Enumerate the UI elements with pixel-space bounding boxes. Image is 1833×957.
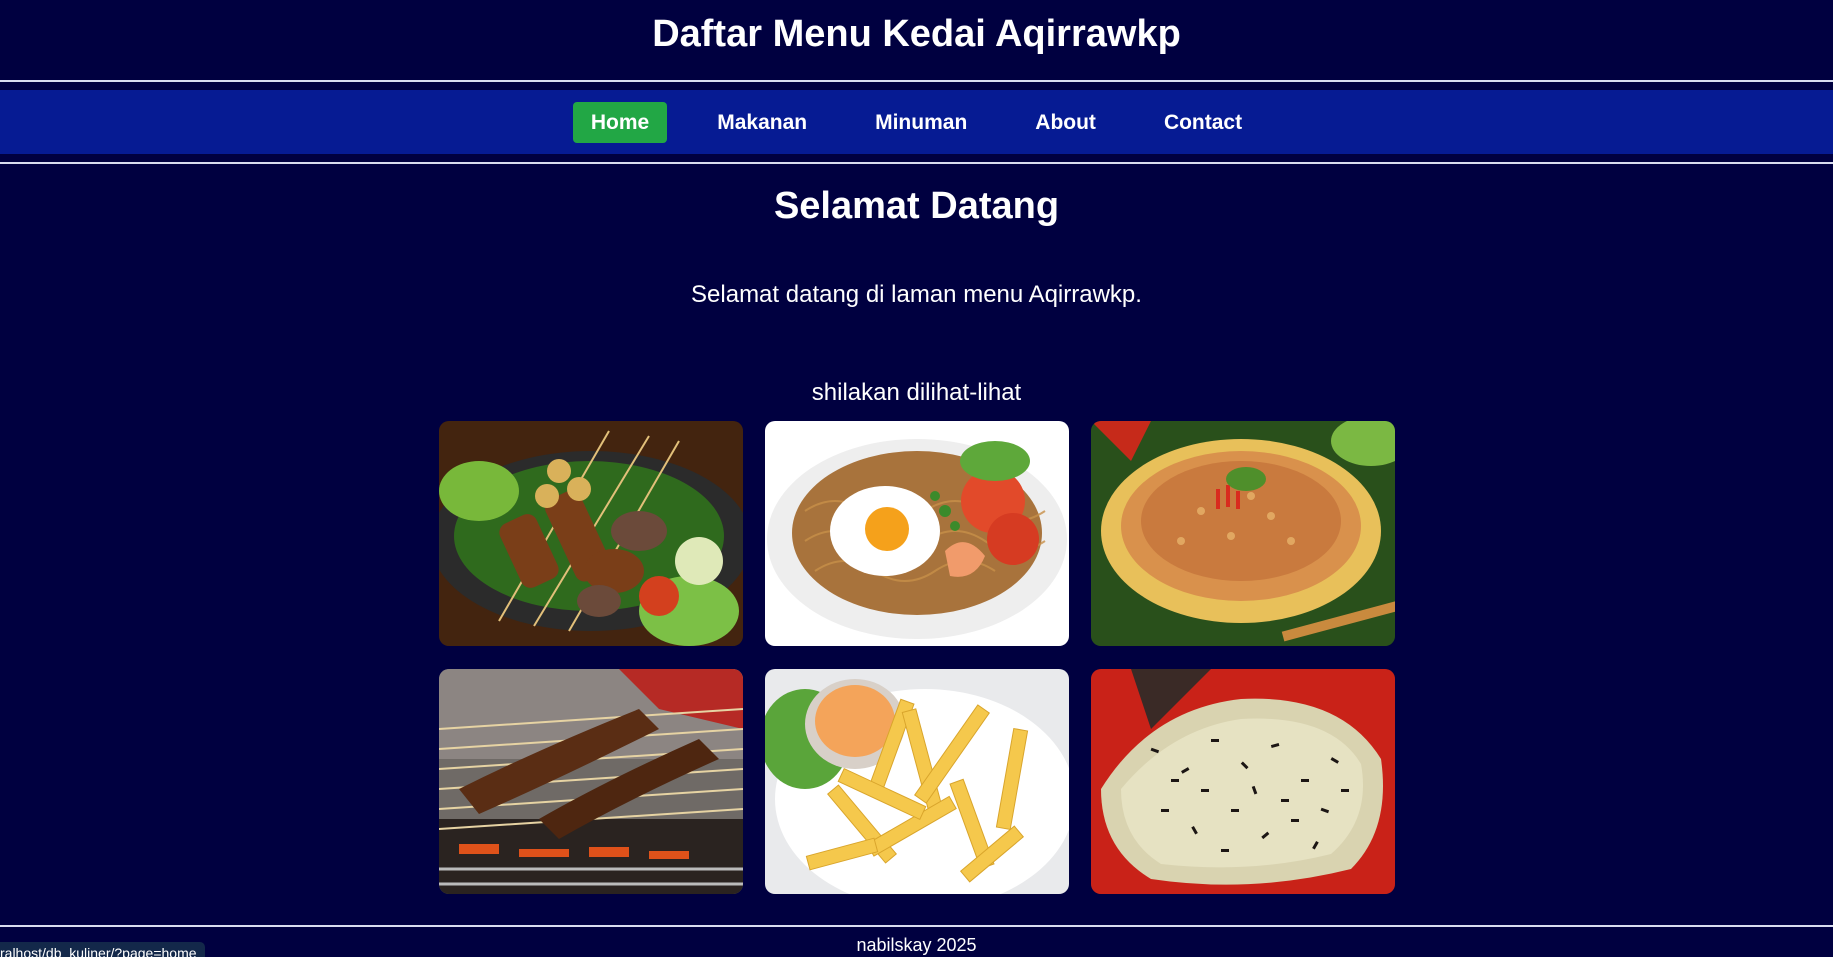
nav-home-link[interactable]: Home [572,101,668,143]
welcome-text: Selamat datang di laman menu Aqirrawkp. [691,281,1142,308]
site-footer: nabilskay 2025 [0,925,1833,955]
food-photo-martabak[interactable] [1090,421,1395,646]
site-header: Daftar Menu Kedai Aqirrawkp [0,0,1833,80]
food-photo-sate-platter[interactable] [438,421,743,646]
footer-text: nabilskay 2025 [856,935,977,955]
site-title: Daftar Menu Kedai Aqirrawkp [652,13,1181,55]
nav-minuman-link[interactable]: Minuman [857,102,985,143]
status-bar-url: ralhost/db_kuliner/?page=home [0,942,205,957]
nav-makanan-link[interactable]: Makanan [699,102,825,143]
header-divider [0,80,1833,82]
food-photo-fried-noodles-egg[interactable] [764,421,1069,646]
food-photo-french-fries[interactable] [764,669,1069,894]
food-gallery [438,421,1395,894]
food-photo-roti-bakar[interactable] [1090,669,1395,894]
nav-contact-link[interactable]: Contact [1146,102,1260,143]
nav-about-link[interactable]: About [1017,102,1114,143]
main-content: Selamat Datang Selamat datang di laman m… [0,164,1833,894]
welcome-heading: Selamat Datang [773,185,1060,227]
browse-text: shilakan dilihat-lihat [811,379,1022,406]
main-navbar: Home Makanan Minuman About Contact [0,90,1833,154]
food-photo-sate-grill[interactable] [438,669,743,894]
